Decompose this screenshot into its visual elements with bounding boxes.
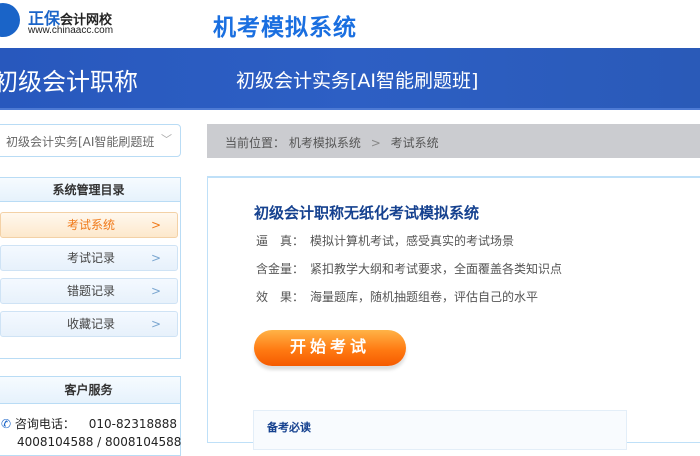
feature-key: 含金量： bbox=[256, 262, 305, 276]
menu-item-label: 考试系统 bbox=[67, 218, 116, 232]
feature-value: 模拟计算机考试，感受真实的考试场景 bbox=[310, 234, 515, 248]
feature-key: 效 果： bbox=[256, 290, 305, 304]
feature-value: 紧扣教学大纲和考试要求，全面覆盖各类知识点 bbox=[310, 262, 563, 276]
feature-row: 效 果： 海量题库，随机抽题组卷，评估自己的水平 bbox=[256, 288, 538, 305]
service-title: 客户服务 bbox=[0, 377, 180, 404]
menu-item-exam-system[interactable]: 考试系统 > bbox=[0, 212, 178, 238]
breadcrumb-item[interactable]: 考试系统 bbox=[391, 136, 439, 150]
banner-category: 初级会计职称 bbox=[0, 68, 138, 96]
chevron-right-icon: > bbox=[150, 218, 161, 232]
feature-value: 海量题库，随机抽题组卷，评估自己的水平 bbox=[310, 290, 539, 304]
must-read-title: 备考必读 bbox=[267, 421, 311, 434]
phone-label: 咨询电话： bbox=[14, 417, 75, 431]
course-select[interactable]: 初级会计实务[AI智能刷题班 ﹀ bbox=[0, 124, 181, 157]
menu-item-exam-records[interactable]: 考试记录 > bbox=[0, 245, 178, 271]
feature-row: 逼 真： 模拟计算机考试，感受真实的考试场景 bbox=[256, 232, 514, 249]
feature-row: 含金量： 紧扣教学大纲和考试要求，全面覆盖各类知识点 bbox=[256, 260, 562, 277]
main-title: 初级会计职称无纸化考试模拟系统 bbox=[254, 204, 480, 222]
chevron-right-icon: > bbox=[150, 251, 161, 265]
chevron-right-icon: > bbox=[150, 284, 161, 298]
system-menu-panel: 系统管理目录 考试系统 > 考试记录 > 错题记录 > 收藏记录 > bbox=[0, 177, 181, 359]
menu-title: 系统管理目录 bbox=[0, 178, 180, 202]
must-read-section: 备考必读 bbox=[253, 410, 627, 450]
chevron-down-icon: ﹀ bbox=[161, 133, 172, 146]
banner-course: 初级会计实务[AI智能刷题班] bbox=[236, 70, 479, 92]
course-select-value: 初级会计实务[AI智能刷题班 bbox=[6, 135, 155, 149]
phone-icon: ✆ bbox=[1, 417, 12, 431]
phone-number-2: 4008104588 / 8008104588 bbox=[17, 435, 182, 449]
menu-item-label: 考试记录 bbox=[67, 251, 116, 265]
logo-url: www.chinaacc.com bbox=[28, 25, 114, 36]
menu-item-wrong-questions[interactable]: 错题记录 > bbox=[0, 278, 178, 304]
menu-item-label: 收藏记录 bbox=[67, 317, 116, 331]
start-exam-button[interactable]: 开始考试 bbox=[254, 330, 406, 366]
system-title: 机考模拟系统 bbox=[213, 15, 357, 41]
breadcrumb: 当前位置： 机考模拟系统 > 考试系统 bbox=[207, 124, 700, 158]
logo-icon[interactable] bbox=[0, 3, 20, 37]
breadcrumb-item[interactable]: 机考模拟系统 bbox=[289, 136, 361, 150]
chevron-right-icon: > bbox=[150, 317, 161, 331]
banner: 初级会计职称 初级会计实务[AI智能刷题班] bbox=[0, 48, 700, 110]
customer-service-panel: 客户服务 ✆ 咨询电话： 010-82318888 4008104588 / 8… bbox=[0, 376, 181, 456]
main-card: 初级会计职称无纸化考试模拟系统 逼 真： 模拟计算机考试，感受真实的考试场景 含金… bbox=[207, 176, 700, 450]
phone-row: ✆ 咨询电话： 010-82318888 bbox=[1, 415, 177, 432]
header: 正保会计网校 www.chinaacc.com 机考模拟系统 bbox=[0, 0, 700, 48]
menu-item-label: 错题记录 bbox=[67, 284, 116, 298]
feature-key: 逼 真： bbox=[256, 234, 305, 248]
phone-number: 010-82318888 bbox=[88, 417, 178, 431]
menu-item-favorites[interactable]: 收藏记录 > bbox=[0, 311, 178, 337]
breadcrumb-separator: > bbox=[370, 136, 381, 150]
breadcrumb-prefix: 当前位置： bbox=[225, 136, 286, 150]
